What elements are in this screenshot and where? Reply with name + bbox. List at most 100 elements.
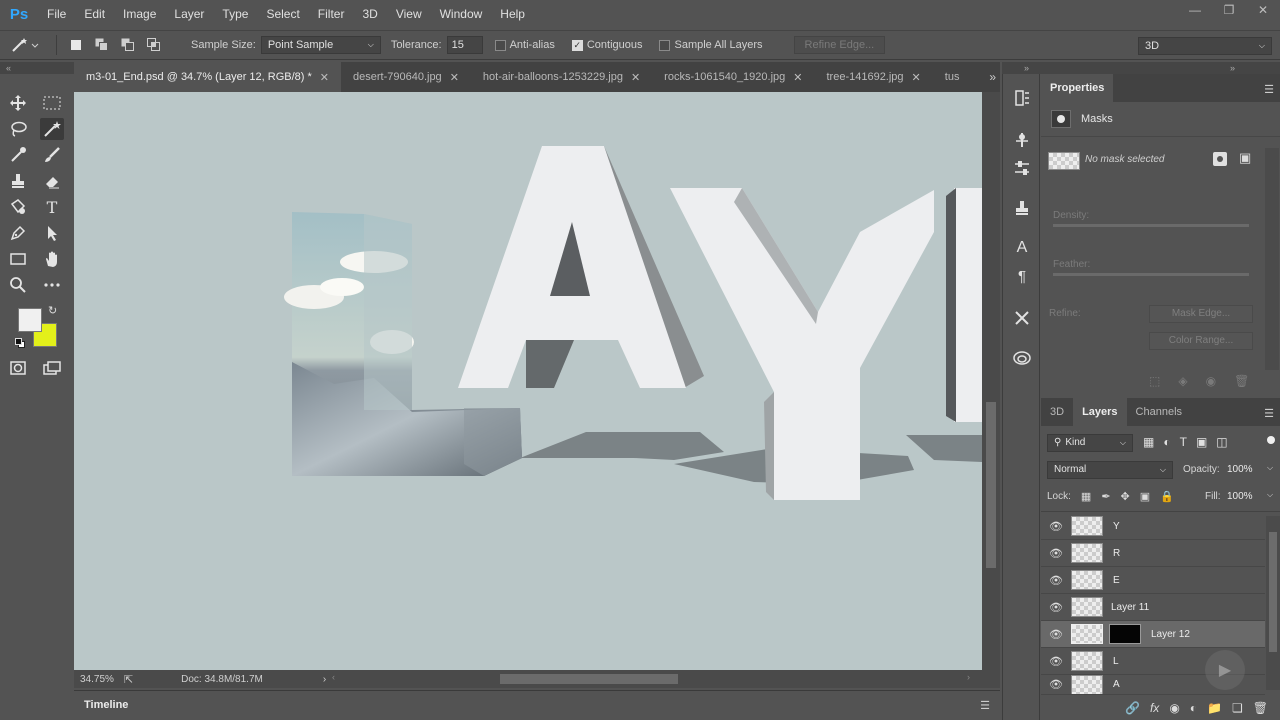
marquee-tool[interactable] bbox=[40, 92, 64, 114]
toolbar-collapse-button[interactable]: « bbox=[0, 62, 74, 74]
layer-row-layer-11[interactable]: 👁 Layer 11 bbox=[1041, 594, 1265, 621]
scroll-left-icon[interactable]: ‹ bbox=[332, 672, 335, 682]
menu-select[interactable]: Select bbox=[257, 0, 308, 28]
eye-icon[interactable]: 👁 bbox=[1041, 520, 1071, 533]
type-tool[interactable]: T bbox=[40, 196, 64, 218]
scrollbar-thumb[interactable] bbox=[1269, 532, 1277, 652]
tab-tree[interactable]: tree-141692.jpg ✕ bbox=[814, 62, 932, 92]
subtract-selection-button[interactable] bbox=[118, 35, 138, 55]
eraser-tool[interactable] bbox=[40, 170, 64, 192]
tab-properties[interactable]: Properties bbox=[1041, 74, 1114, 102]
screen-mode-button[interactable] bbox=[40, 357, 64, 379]
menu-type[interactable]: Type bbox=[213, 0, 257, 28]
mask-edge-button[interactable]: Mask Edge... bbox=[1149, 305, 1253, 323]
minimize-button[interactable]: — bbox=[1178, 0, 1212, 20]
layer-row-e[interactable]: 👁 E bbox=[1041, 567, 1265, 594]
layer-filter-kind[interactable]: ⚲ Kind ⌵ bbox=[1047, 434, 1133, 452]
eye-icon[interactable]: 👁 bbox=[1041, 601, 1071, 614]
new-group-icon[interactable]: 📁 bbox=[1207, 701, 1222, 715]
canvas-horizontal-scrollbar[interactable]: ‹ › bbox=[330, 670, 974, 688]
quick-mask-button[interactable] bbox=[6, 357, 30, 379]
smart-object-filter-icon[interactable]: ◫ bbox=[1216, 435, 1227, 449]
filter-toggle-switch[interactable] bbox=[1267, 436, 1275, 444]
history-brush-tool[interactable] bbox=[6, 196, 30, 218]
zoom-tool[interactable] bbox=[6, 274, 30, 296]
tab-rocks[interactable]: rocks-1061540_1920.jpg ✕ bbox=[652, 62, 814, 92]
tab-hot-air-balloons[interactable]: hot-air-balloons-1253229.jpg ✕ bbox=[471, 62, 652, 92]
menu-filter[interactable]: Filter bbox=[309, 0, 354, 28]
layer-row-y[interactable]: 👁 Y bbox=[1041, 513, 1265, 540]
fill-value[interactable]: 100% bbox=[1227, 491, 1253, 502]
menu-help[interactable]: Help bbox=[491, 0, 534, 28]
adjustments-panel-button[interactable] bbox=[1010, 128, 1034, 152]
contiguous-checkbox[interactable]: ✓ bbox=[571, 39, 583, 51]
expand-panels-icon[interactable]: » bbox=[1024, 62, 1029, 74]
add-mask-icon[interactable]: ◉ bbox=[1169, 701, 1179, 715]
menu-view[interactable]: View bbox=[387, 0, 431, 28]
refine-edge-button[interactable]: Refine Edge... bbox=[793, 36, 886, 54]
type-filter-icon[interactable]: T bbox=[1180, 435, 1187, 449]
density-slider[interactable] bbox=[1053, 224, 1249, 227]
canvas-vertical-scrollbar[interactable] bbox=[982, 92, 1000, 670]
close-icon[interactable]: ✕ bbox=[450, 71, 459, 84]
menu-file[interactable]: File bbox=[38, 0, 75, 28]
close-icon[interactable]: ✕ bbox=[320, 71, 329, 84]
menu-edit[interactable]: Edit bbox=[75, 0, 114, 28]
clone-stamp-tool[interactable] bbox=[6, 170, 30, 192]
panel-collapse-bar[interactable]: » » bbox=[1002, 62, 1280, 74]
layers-scrollbar[interactable] bbox=[1266, 516, 1280, 690]
document-canvas[interactable] bbox=[74, 92, 982, 670]
sample-all-layers-checkbox[interactable] bbox=[659, 39, 671, 51]
swap-colors-icon[interactable]: ↻ bbox=[48, 304, 57, 317]
sample-size-select[interactable]: Point Sample ⌵ bbox=[260, 36, 381, 54]
delete-layer-icon[interactable]: 🗑 bbox=[1253, 701, 1268, 715]
pixel-filter-icon[interactable]: ▦ bbox=[1143, 435, 1154, 449]
lock-position-icon[interactable]: ✥ bbox=[1121, 490, 1130, 503]
tabs-overflow-button[interactable]: » bbox=[989, 70, 996, 84]
feather-slider[interactable] bbox=[1053, 273, 1249, 276]
lock-all-icon[interactable]: 🔒 bbox=[1160, 490, 1174, 503]
chevron-down-icon[interactable]: ⌵ bbox=[1267, 490, 1273, 500]
paragraph-panel-button[interactable]: ¶ bbox=[1010, 264, 1034, 288]
lock-artboard-icon[interactable]: ▣ bbox=[1140, 490, 1150, 503]
adjustment-layer-icon[interactable]: ◐ bbox=[1190, 701, 1197, 715]
blend-mode-select[interactable]: Normal ⌵ bbox=[1047, 461, 1173, 479]
tolerance-input[interactable]: 15 bbox=[446, 36, 483, 54]
close-icon[interactable]: ✕ bbox=[631, 71, 640, 84]
eye-icon[interactable]: 👁 bbox=[1041, 547, 1071, 560]
load-selection-icon[interactable]: ⬚ bbox=[1149, 374, 1160, 388]
tab-3d[interactable]: 3D bbox=[1041, 398, 1073, 426]
workspace-select[interactable]: 3D ⌵ bbox=[1138, 37, 1272, 55]
path-selection-tool[interactable] bbox=[40, 222, 64, 244]
add-vector-mask-button[interactable]: ▣ bbox=[1239, 150, 1251, 166]
status-menu-chevron-icon[interactable]: › bbox=[323, 674, 326, 685]
add-pixel-mask-button[interactable] bbox=[1213, 152, 1227, 166]
eye-icon[interactable]: 👁 bbox=[1041, 574, 1071, 587]
menu-layer[interactable]: Layer bbox=[165, 0, 213, 28]
menu-3d[interactable]: 3D bbox=[353, 0, 386, 28]
collapse-panels-icon[interactable]: » bbox=[1230, 62, 1235, 74]
lock-transparent-icon[interactable]: ▦ bbox=[1081, 490, 1091, 503]
apply-mask-icon[interactable]: ◈ bbox=[1178, 374, 1187, 388]
color-range-button[interactable]: Color Range... bbox=[1149, 332, 1253, 350]
character-panel-button[interactable]: A bbox=[1010, 236, 1034, 260]
lasso-tool[interactable] bbox=[6, 118, 30, 140]
panel-menu-icon[interactable]: ☰ bbox=[1264, 407, 1274, 420]
foreground-color-swatch[interactable] bbox=[18, 308, 42, 332]
history-panel-button[interactable] bbox=[1010, 86, 1034, 110]
tool-preset-picker[interactable] bbox=[0, 30, 50, 60]
tab-tus[interactable]: tus bbox=[933, 62, 972, 92]
tool-presets-panel-button[interactable] bbox=[1010, 306, 1034, 330]
shape-filter-icon[interactable]: ▣ bbox=[1196, 435, 1207, 449]
layer-mask-thumbnail[interactable] bbox=[1109, 624, 1141, 644]
layer-style-icon[interactable]: fx bbox=[1150, 701, 1159, 715]
close-icon[interactable]: ✕ bbox=[793, 71, 802, 84]
new-layer-icon[interactable]: ❏ bbox=[1232, 701, 1243, 715]
link-layers-icon[interactable]: 🔗 bbox=[1125, 701, 1140, 715]
timeline-tab[interactable]: Timeline bbox=[74, 690, 139, 720]
libraries-panel-button[interactable] bbox=[1010, 346, 1034, 370]
magic-wand-tool[interactable] bbox=[40, 118, 64, 140]
layer-row-r[interactable]: 👁 R bbox=[1041, 540, 1265, 567]
properties-scrollbar[interactable] bbox=[1265, 148, 1279, 370]
delete-icon[interactable]: 🗑 bbox=[1234, 374, 1249, 388]
